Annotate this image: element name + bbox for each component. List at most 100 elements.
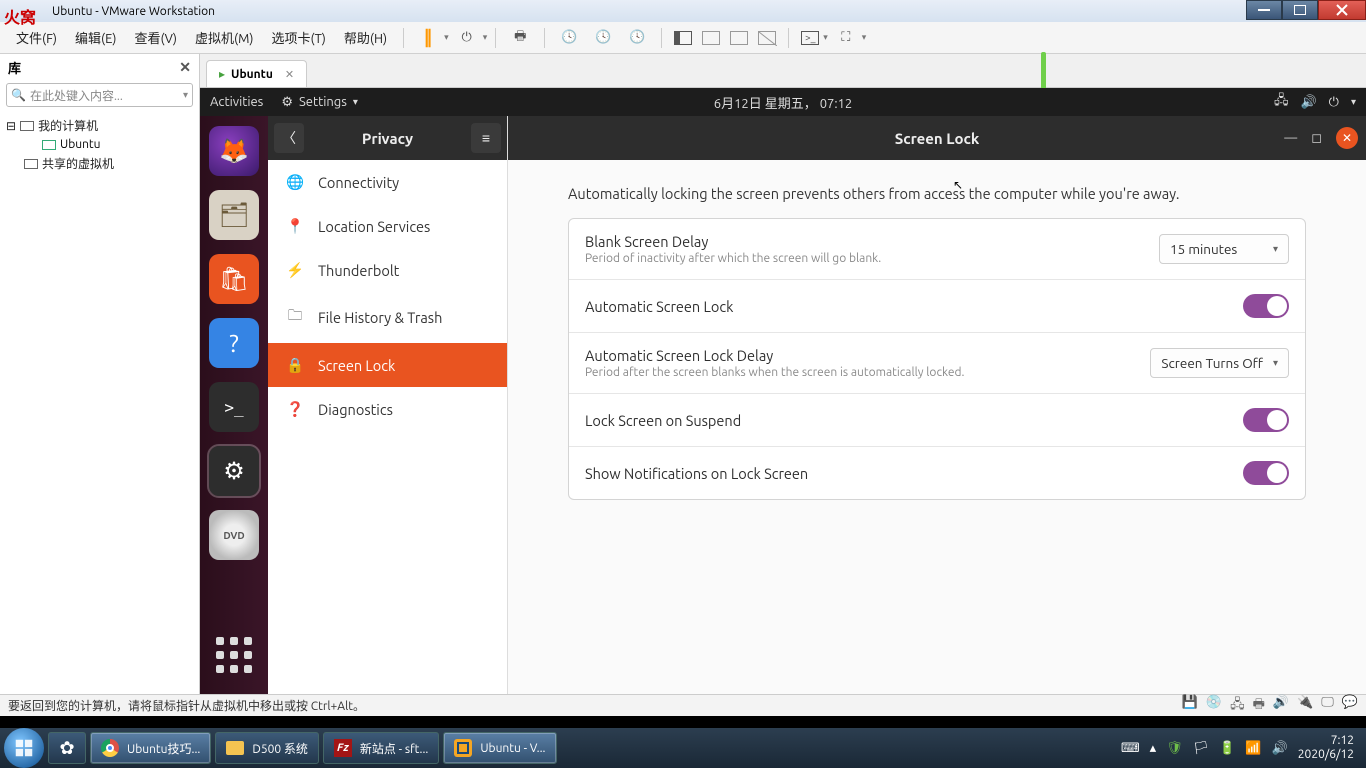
gnome-clock[interactable]: 6月12日 星期五， 07:12 [714, 93, 852, 112]
blank-delay-combo[interactable]: 15 minutes▾ [1159, 234, 1289, 264]
status-net-icon[interactable]: 🖧 [1230, 695, 1245, 717]
tab-status-icon: ▸ [219, 67, 225, 81]
power-icon[interactable]: ⏻ [1329, 95, 1339, 110]
dock-settings[interactable]: ⚙ [209, 446, 259, 496]
sidebar-item-thunderbolt[interactable]: ⚡Thunderbolt [268, 248, 507, 292]
tray-clock[interactable]: 7:12 2020/6/12 [1298, 734, 1354, 762]
tray-shield-icon[interactable]: 🛡 [1166, 741, 1183, 756]
tray-flag-icon[interactable]: 🏳 [1193, 741, 1210, 756]
watermark: 火窝 [4, 4, 36, 28]
sidebar-item-filehistory[interactable]: 🗀File History & Trash [268, 292, 507, 343]
snapshot-icon[interactable]: 🖶 [508, 26, 532, 50]
menu-vm[interactable]: 虚拟机(M) [187, 28, 262, 47]
taskbar-filezilla[interactable]: Fz新站点 - sft... [323, 732, 439, 764]
sidebar-item-location[interactable]: 📍Location Services [268, 204, 507, 248]
snap1-icon[interactable]: 🕓 [557, 26, 581, 50]
status-cd-icon[interactable]: 💿 [1206, 695, 1222, 717]
gnome-maximize-button[interactable]: ◻ [1311, 131, 1322, 146]
auto-lock-switch[interactable] [1243, 294, 1289, 318]
view2-icon[interactable] [702, 31, 720, 45]
view3-icon[interactable] [730, 31, 748, 45]
status-print-icon[interactable]: 🖶 [1253, 695, 1265, 717]
fullscreen-icon[interactable]: ⛶ [834, 26, 858, 50]
gnome-close-button[interactable]: ✕ [1336, 127, 1358, 149]
snap3-icon[interactable]: 🕓 [625, 26, 649, 50]
lock-notif-label: Show Notifications on Lock Screen [585, 465, 808, 482]
lock-icon: 🔒 [286, 356, 304, 374]
volume-icon[interactable]: 🔊 [1300, 95, 1316, 110]
tray-battery-icon[interactable]: 🔋 [1219, 741, 1235, 756]
status-disk-icon[interactable]: 💾 [1182, 695, 1198, 717]
taskbar-clover[interactable]: ✿ [48, 732, 86, 764]
lock-suspend-label: Lock Screen on Suspend [585, 412, 741, 429]
lock-suspend-switch[interactable] [1243, 408, 1289, 432]
start-button[interactable] [4, 728, 44, 768]
status-msg-icon[interactable]: 💬 [1342, 695, 1358, 717]
bolt-icon: ⚡ [286, 261, 304, 279]
window-close-button[interactable] [1318, 0, 1366, 20]
lock-delay-combo[interactable]: Screen Turns Off▾ [1150, 348, 1289, 378]
window-title: Ubuntu - VMware Workstation [52, 5, 215, 18]
snap2-icon[interactable]: 🕓 [591, 26, 615, 50]
menu-help[interactable]: 帮助(H) [336, 28, 395, 47]
chrome-icon [101, 739, 119, 757]
hamburger-button[interactable]: ≡ [471, 123, 501, 153]
window-minimize-button[interactable] [1246, 0, 1282, 20]
tree-ubuntu[interactable]: Ubuntu [4, 136, 195, 153]
power-icon[interactable]: ⏻ [455, 26, 479, 50]
tab-close-icon[interactable]: ✕ [285, 68, 294, 81]
app-menu[interactable]: ⚙ Settings ▾ [281, 95, 358, 110]
menu-edit[interactable]: 编辑(E) [67, 28, 124, 47]
screenlock-title: Screen Lock [895, 130, 980, 147]
library-title: 库 [8, 58, 21, 77]
chevron-down-icon[interactable]: ▾ [1351, 96, 1356, 108]
blank-delay-sub: Period of inactivity after which the scr… [585, 252, 881, 265]
status-display-icon[interactable]: 🖵 [1321, 695, 1334, 717]
sidebar-item-screenlock[interactable]: 🔒Screen Lock [268, 343, 507, 387]
tab-ubuntu[interactable]: ▸ Ubuntu ✕ [206, 60, 307, 87]
library-close-icon[interactable]: ✕ [179, 59, 191, 76]
sidebar-item-connectivity[interactable]: 🌐Connectivity [268, 160, 507, 204]
tray-keyboard-icon[interactable]: ⌨ [1121, 741, 1140, 756]
view1-icon[interactable] [674, 31, 692, 45]
tree-shared[interactable]: 共享的虚拟机 [4, 153, 195, 174]
unity-icon[interactable]: >_ [801, 31, 819, 45]
dock-help[interactable]: ? [209, 318, 259, 368]
sidebar-item-diagnostics[interactable]: ❓Diagnostics [268, 387, 507, 431]
search-icon: 🔍 [11, 88, 26, 102]
dock-show-apps[interactable] [209, 630, 259, 680]
screenlock-panel: Blank Screen Delay Period of inactivity … [568, 218, 1306, 500]
taskbar-explorer[interactable]: D500 系统 [215, 732, 319, 764]
status-sound-icon[interactable]: 🔊 [1273, 695, 1289, 717]
status-usb-icon[interactable]: 🔌 [1297, 695, 1313, 717]
window-maximize-button[interactable] [1282, 0, 1318, 20]
pause-icon[interactable]: ∥ [416, 26, 440, 50]
dock-dvd[interactable]: DVD [209, 510, 259, 560]
tray-wifi-icon[interactable]: 📶 [1245, 741, 1261, 756]
activities-button[interactable]: Activities [210, 95, 263, 109]
tray-up-icon[interactable]: ▴ [1150, 741, 1157, 756]
network-icon[interactable]: 🖧 [1274, 91, 1289, 113]
menu-tabs[interactable]: 选项卡(T) [263, 28, 333, 47]
dock-firefox[interactable]: 🦊 [209, 126, 259, 176]
menu-file[interactable]: 文件(F) [8, 28, 65, 47]
taskbar-chrome[interactable]: Ubuntu技巧... [90, 732, 211, 764]
view4-icon[interactable] [758, 31, 776, 45]
auto-lock-label: Automatic Screen Lock [585, 298, 733, 315]
gnome-minimize-button[interactable]: — [1284, 131, 1297, 145]
folder-icon [226, 741, 244, 755]
vmware-statusbar: 要返回到您的计算机，请将鼠标指针从虚拟机中移出或按 Ctrl+Alt。 💾 💿 … [0, 694, 1366, 716]
tree-my-computer[interactable]: ⊟我的计算机 [4, 115, 195, 136]
library-search-input[interactable]: 🔍 在此处键入内容... ▾ [6, 83, 193, 107]
privacy-title: Privacy [362, 130, 413, 147]
vm-tabbar: ▸ Ubuntu ✕ [200, 54, 1366, 88]
dock-files[interactable]: 🗂 [209, 190, 259, 240]
dock-software[interactable]: 🛍 [209, 254, 259, 304]
taskbar-vmware[interactable]: Ubuntu - V... [443, 732, 556, 764]
lock-notif-switch[interactable] [1243, 461, 1289, 485]
back-button[interactable]: 〈 [274, 123, 304, 153]
tray-volume-icon[interactable]: 🔊 [1272, 741, 1288, 756]
menu-view[interactable]: 查看(V) [127, 28, 185, 47]
dock-terminal[interactable]: >_ [209, 382, 259, 432]
help-icon: ❓ [286, 400, 304, 418]
